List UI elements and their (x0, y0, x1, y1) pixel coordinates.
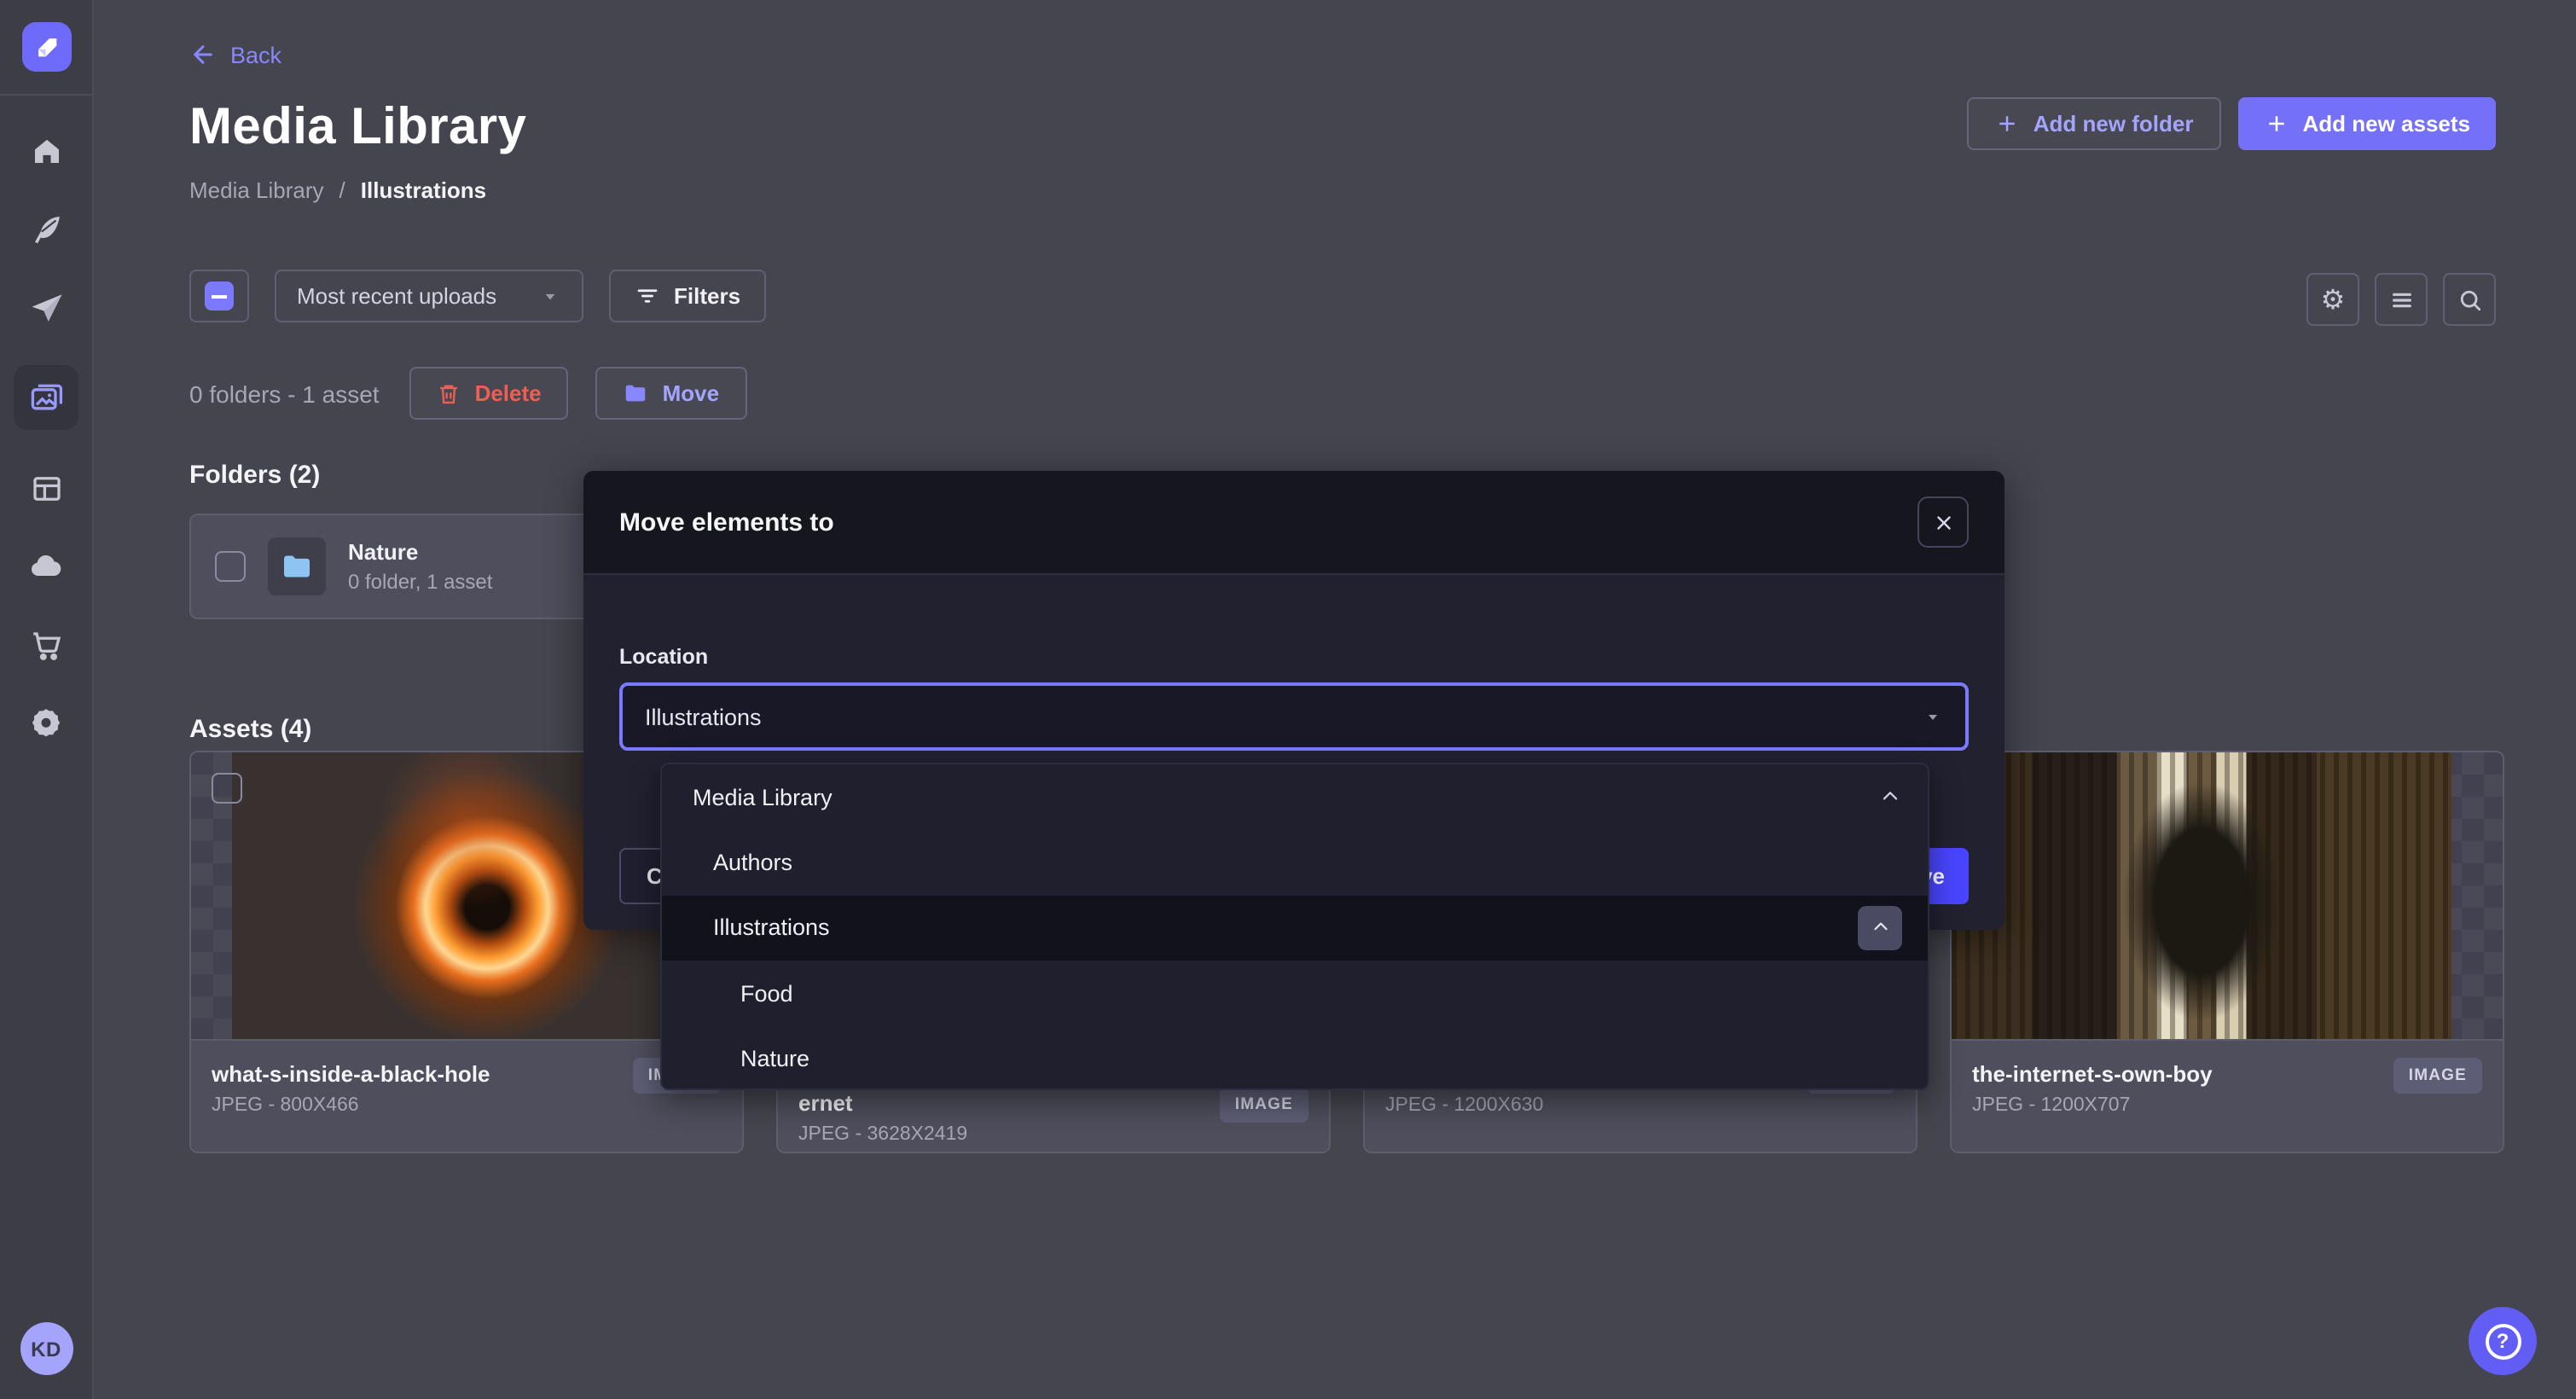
location-label: Location (619, 645, 708, 669)
breadcrumb: Media Library / Illustrations (189, 177, 526, 203)
asset-name: what-s-inside-a-black-hole (212, 1061, 604, 1087)
location-select-value: Illustrations (645, 704, 762, 729)
filters-label: Filters (674, 283, 740, 309)
folders-heading: Folders (2) (189, 461, 320, 490)
location-dropdown: Media Library Authors Illustrations Food… (660, 763, 1929, 1090)
add-new-assets-label: Add new assets (2302, 111, 2470, 136)
media-library-icon[interactable] (14, 365, 78, 430)
trash-icon (438, 381, 461, 405)
cart-icon[interactable] (15, 624, 77, 665)
search-icon (2456, 286, 2483, 313)
sort-select-value: Most recent uploads (297, 283, 496, 309)
asset-name: the-internet-s-own-boy (1972, 1061, 2364, 1087)
move-button[interactable]: Move (596, 367, 746, 420)
app-root: KD Back Media Library Media Library / Il… (0, 0, 2576, 1399)
dropdown-item-label: Media Library (693, 784, 833, 810)
image-badge: IMAGE (1220, 1087, 1308, 1123)
gear-icon: ⚙ (2321, 282, 2346, 316)
asset-meta: JPEG - 1200X707 (1972, 1095, 2482, 1116)
asset-thumbnail (1952, 752, 2503, 1041)
layout-icon[interactable] (15, 467, 77, 508)
dropdown-item-label: Nature (740, 1047, 809, 1072)
back-label: Back (230, 42, 281, 67)
feather-icon[interactable] (15, 208, 77, 249)
breadcrumb-separator: / (339, 177, 345, 203)
plus-icon (1994, 111, 2020, 136)
chevron-up-icon (1869, 917, 1891, 939)
paper-plane-icon[interactable] (15, 287, 77, 328)
dropdown-item-illustrations[interactable]: Illustrations (662, 896, 1928, 961)
folder-icon (624, 380, 649, 406)
add-new-assets-button[interactable]: Add new assets (2237, 97, 2496, 150)
user-avatar[interactable]: KD (20, 1322, 73, 1375)
folder-tile (268, 537, 326, 595)
plus-icon (2263, 111, 2289, 136)
home-icon[interactable] (15, 130, 77, 171)
indeterminate-checkbox-icon (205, 282, 234, 311)
assets-heading: Assets (4) (189, 715, 311, 744)
folder-blue-icon (280, 549, 314, 583)
add-new-folder-label: Add new folder (2034, 111, 2194, 136)
caret-down-icon (539, 285, 561, 307)
dropdown-item-authors[interactable]: Authors (662, 830, 1928, 896)
breadcrumb-parent[interactable]: Media Library (189, 177, 324, 203)
caret-down-icon (1923, 706, 1943, 727)
dropdown-item-label: Authors (713, 850, 792, 875)
add-new-folder-button[interactable]: Add new folder (1967, 97, 2221, 150)
list-view-button[interactable] (2375, 273, 2428, 326)
modal-title: Move elements to (619, 508, 834, 537)
dropdown-item-label: Food (740, 981, 793, 1007)
sidebar: KD (0, 0, 94, 1399)
filter-icon (635, 283, 660, 309)
search-button[interactable] (2443, 273, 2496, 326)
sidebar-divider (0, 94, 93, 96)
close-icon (1932, 511, 1954, 533)
help-button[interactable]: ? (2469, 1307, 2537, 1375)
folder-meta: 0 folder, 1 asset (348, 570, 492, 594)
breadcrumb-current: Illustrations (361, 177, 486, 203)
asset-meta: JPEG - 1200X630 (1385, 1095, 1895, 1116)
chevron-up-icon[interactable] (1878, 785, 1902, 809)
delete-label: Delete (475, 380, 542, 406)
close-button[interactable] (1917, 496, 1969, 548)
library-photo-image (1952, 752, 2451, 1039)
back-link[interactable]: Back (189, 41, 526, 68)
filters-button[interactable]: Filters (609, 270, 766, 322)
select-all-checkbox[interactable] (189, 270, 249, 322)
dropdown-item-label: Illustrations (713, 915, 830, 941)
folder-checkbox[interactable] (215, 551, 246, 582)
asset-card-internet-own-boy[interactable]: the-internet-s-own-boy JPEG - 1200X707 I… (1950, 751, 2504, 1153)
question-mark-icon: ? (2485, 1323, 2521, 1359)
settings-button[interactable]: ⚙ (2306, 273, 2359, 326)
location-select[interactable]: Illustrations (619, 682, 1969, 751)
sidebar-nav (14, 130, 78, 744)
asset-checkbox[interactable] (212, 773, 242, 804)
folder-name: Nature (348, 539, 492, 565)
list-icon (2387, 286, 2415, 313)
image-badge: IMAGE (2393, 1058, 2482, 1094)
gear-icon[interactable] (15, 703, 77, 744)
page-title: Media Library (189, 99, 526, 157)
arrow-left-icon (189, 41, 217, 68)
delete-button[interactable]: Delete (410, 367, 569, 420)
dropdown-item-media-library[interactable]: Media Library (662, 764, 1928, 830)
collapse-children-button[interactable] (1858, 906, 1902, 950)
asset-meta: JPEG - 3628X2419 (798, 1124, 1308, 1145)
dropdown-item-food[interactable]: Food (662, 961, 1928, 1026)
cloud-icon[interactable] (15, 546, 77, 587)
asset-name: ernet (798, 1090, 1191, 1116)
selection-summary: 0 folders - 1 asset (189, 380, 380, 407)
asset-meta: JPEG - 800X466 (212, 1095, 722, 1116)
strapi-logo-icon[interactable] (21, 22, 71, 72)
dropdown-item-nature[interactable]: Nature (662, 1026, 1928, 1090)
move-label: Move (663, 380, 719, 406)
sort-select[interactable]: Most recent uploads (275, 270, 583, 322)
